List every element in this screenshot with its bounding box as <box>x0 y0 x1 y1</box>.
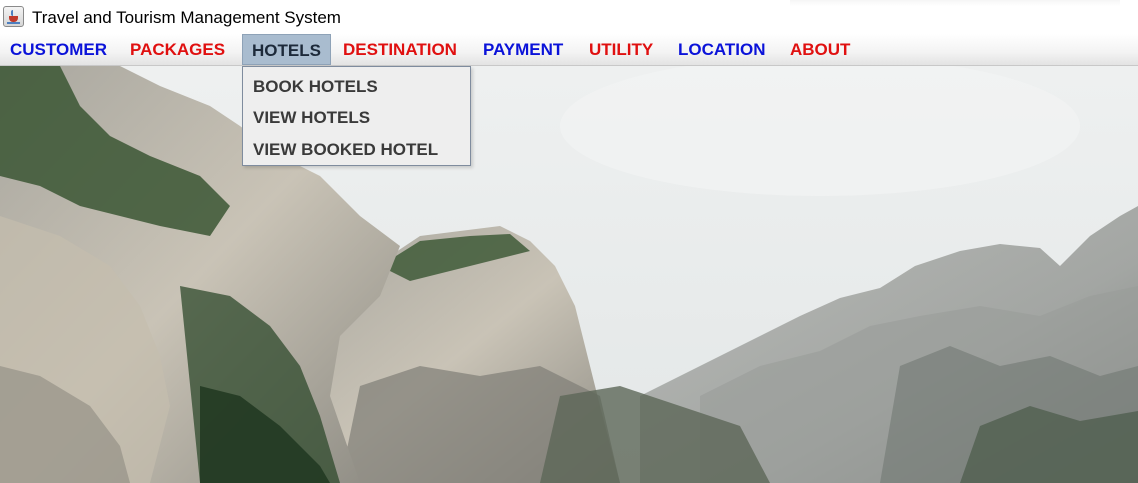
menu-utility[interactable]: UTILITY <box>587 34 655 65</box>
mountain-landscape-image <box>0 66 1138 483</box>
menu-about[interactable]: ABOUT <box>788 34 852 65</box>
title-bar-shading <box>790 0 1120 6</box>
menu-item-book-hotels[interactable]: BOOK HOTELS <box>253 77 378 97</box>
window-title: Travel and Tourism Management System <box>32 8 341 27</box>
menu-hotels[interactable]: HOTELS <box>242 34 331 65</box>
hotels-dropdown-menu: BOOK HOTELS VIEW HOTELS VIEW BOOKED HOTE… <box>242 66 471 166</box>
menu-destination[interactable]: DESTINATION <box>341 34 459 65</box>
app-window: Travel and Tourism Management System CUS… <box>0 0 1138 483</box>
menu-bar: CUSTOMER PACKAGES HOTELS DESTINATION PAY… <box>0 34 1138 66</box>
menu-item-view-booked-hotel[interactable]: VIEW BOOKED HOTEL <box>253 140 438 160</box>
menu-packages[interactable]: PACKAGES <box>128 34 227 65</box>
java-app-icon[interactable] <box>3 6 24 27</box>
menu-item-view-hotels[interactable]: VIEW HOTELS <box>253 108 370 128</box>
menu-payment[interactable]: PAYMENT <box>481 34 565 65</box>
title-bar[interactable]: Travel and Tourism Management System <box>0 0 1138 34</box>
saucer-shape <box>7 22 20 24</box>
menu-location[interactable]: LOCATION <box>676 34 768 65</box>
menu-customer[interactable]: CUSTOMER <box>8 34 109 65</box>
